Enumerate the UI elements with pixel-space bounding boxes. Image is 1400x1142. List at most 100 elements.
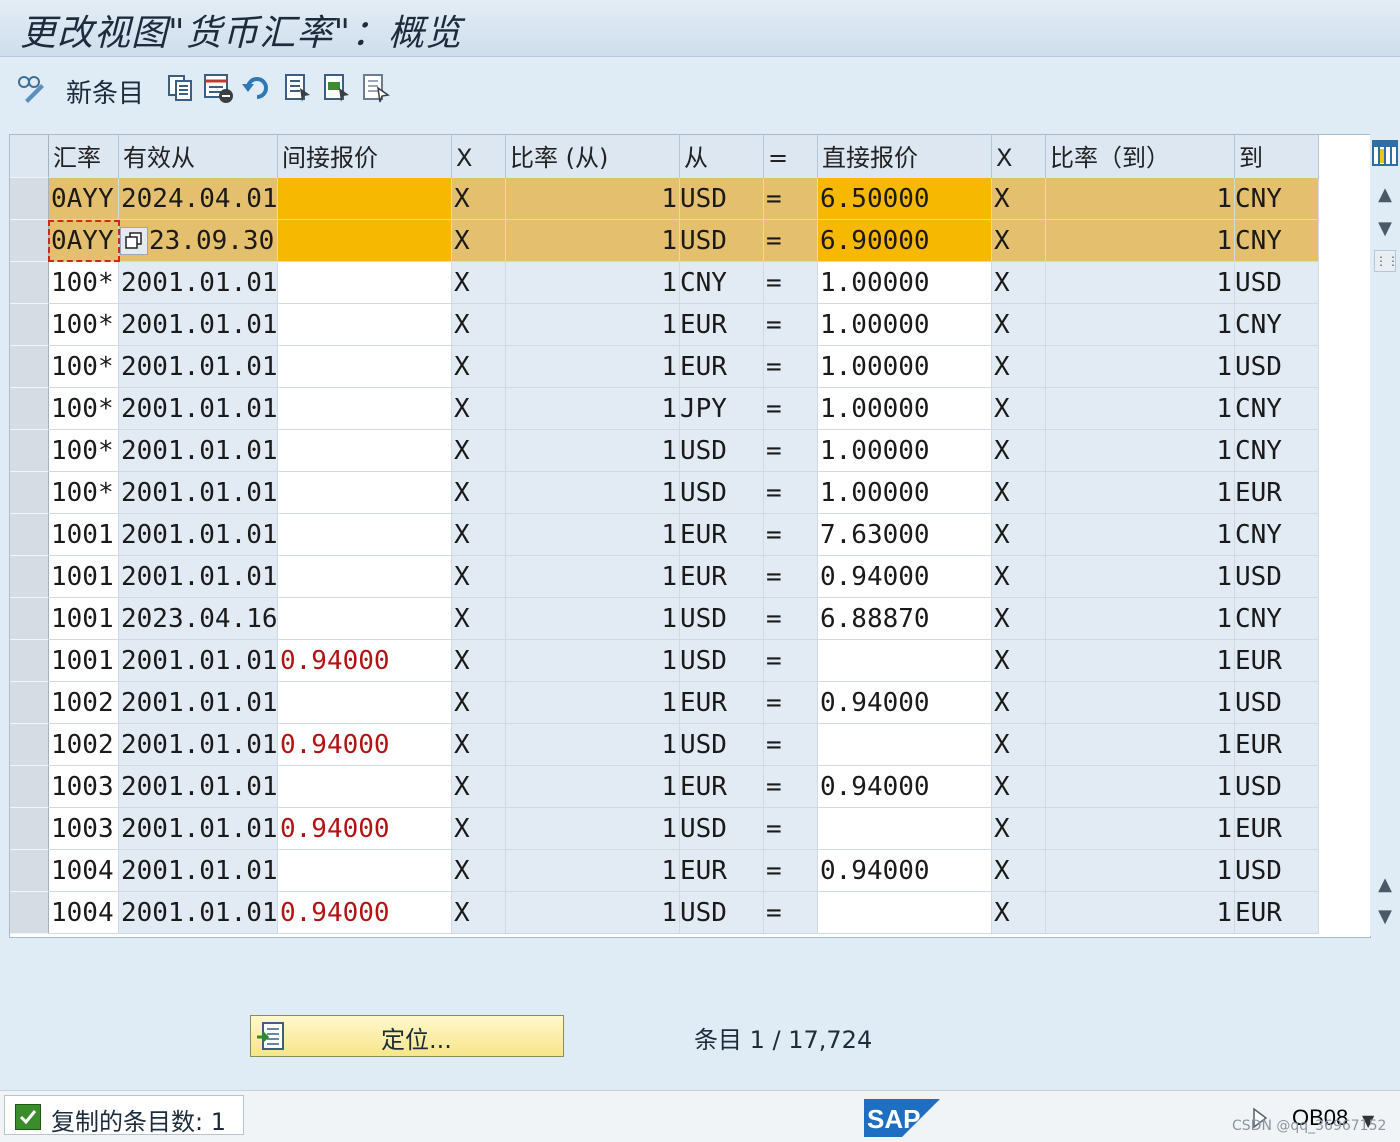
header-valid-from[interactable]: 有效从 (119, 135, 278, 178)
cell-direct-quote[interactable] (818, 808, 992, 850)
cell-direct-quote[interactable]: 1.00000 (818, 304, 992, 346)
cell-indirect-quote[interactable]: 0.94000 (278, 724, 452, 766)
row-selector[interactable] (10, 514, 49, 556)
cell-rate-type[interactable]: 1001 (49, 556, 119, 598)
cell-rate-type[interactable]: 0AYY (49, 220, 119, 262)
row-selector[interactable] (10, 640, 49, 682)
cell-rate-type[interactable]: 100* (49, 346, 119, 388)
cell-indirect-quote[interactable] (278, 682, 452, 724)
select-all-corner[interactable] (10, 135, 49, 178)
undo-icon[interactable] (239, 71, 273, 105)
cell-indirect-quote[interactable] (278, 220, 452, 262)
row-selector[interactable] (10, 808, 49, 850)
cell-rate-type[interactable]: 1004 (49, 850, 119, 892)
cell-direct-quote[interactable]: 1.00000 (818, 262, 992, 304)
row-selector[interactable] (10, 682, 49, 724)
cell-direct-quote[interactable] (818, 892, 992, 934)
position-button[interactable]: 定位... (250, 1015, 564, 1057)
row-selector[interactable] (10, 724, 49, 766)
header-ratio-to[interactable]: 比率（到） (1046, 135, 1235, 178)
cell-rate-type[interactable]: 100* (49, 304, 119, 346)
header-x2[interactable]: X (992, 135, 1046, 178)
new-entries-button[interactable]: 新条目 (66, 73, 144, 110)
cell-rate-type[interactable]: 1001 (49, 640, 119, 682)
cell-rate-type[interactable]: 100* (49, 262, 119, 304)
cell-indirect-quote[interactable]: 0.94000 (278, 808, 452, 850)
row-selector[interactable] (10, 346, 49, 388)
cell-direct-quote[interactable] (818, 640, 992, 682)
header-exchange-rate-type[interactable]: 汇率 (49, 135, 119, 178)
cell-direct-quote[interactable]: 1.00000 (818, 472, 992, 514)
cell-rate-type[interactable]: 100* (49, 472, 119, 514)
status-message[interactable]: 复制的条目数: 1 (4, 1095, 244, 1136)
scroll-down-icon[interactable]: ▼ (1370, 218, 1400, 239)
cell-indirect-quote[interactable] (278, 430, 452, 472)
copy-icon[interactable] (163, 71, 197, 105)
header-to-currency[interactable]: 到 (1235, 135, 1319, 178)
header-ratio-from[interactable]: 比率 (从) (506, 135, 680, 178)
cell-direct-quote[interactable]: 6.50000 (818, 178, 992, 220)
cell-direct-quote[interactable]: 1.00000 (818, 430, 992, 472)
cell-indirect-quote[interactable] (278, 556, 452, 598)
cell-direct-quote[interactable]: 0.94000 (818, 682, 992, 724)
cell-indirect-quote[interactable]: 0.94000 (278, 892, 452, 934)
header-equals[interactable]: = (764, 135, 818, 178)
cell-rate-type[interactable]: 100* (49, 388, 119, 430)
cell-direct-quote[interactable]: 6.90000 (818, 220, 992, 262)
row-selector[interactable] (10, 850, 49, 892)
cell-indirect-quote[interactable]: 0.94000 (278, 640, 452, 682)
select-block-icon[interactable] (320, 71, 354, 105)
copy-to-clipboard-icon[interactable] (120, 227, 148, 255)
select-all-icon[interactable] (281, 71, 315, 105)
row-selector[interactable] (10, 430, 49, 472)
row-selector[interactable] (10, 892, 49, 934)
delete-icon[interactable] (201, 71, 235, 105)
table-vertical-scrollbar[interactable]: ▲ ▼ ⋮⋮ ▲ ▼ (1370, 134, 1400, 936)
cell-indirect-quote[interactable] (278, 262, 452, 304)
cell-indirect-quote[interactable] (278, 514, 452, 556)
row-selector[interactable] (10, 388, 49, 430)
cell-direct-quote[interactable]: 7.63000 (818, 514, 992, 556)
row-selector[interactable] (10, 556, 49, 598)
cell-rate-type[interactable]: 1003 (49, 808, 119, 850)
row-selector[interactable] (10, 220, 49, 262)
cell-indirect-quote[interactable] (278, 472, 452, 514)
cell-rate-type[interactable]: 1001 (49, 598, 119, 640)
cell-direct-quote[interactable]: 6.88870 (818, 598, 992, 640)
cell-indirect-quote[interactable] (278, 388, 452, 430)
header-direct-quote[interactable]: 直接报价 (818, 135, 992, 178)
cell-direct-quote[interactable] (818, 724, 992, 766)
cell-direct-quote[interactable]: 1.00000 (818, 346, 992, 388)
row-selector[interactable] (10, 262, 49, 304)
column-settings-icon[interactable] (1370, 140, 1400, 171)
cell-indirect-quote[interactable] (278, 178, 452, 220)
cell-indirect-quote[interactable] (278, 304, 452, 346)
row-selector[interactable] (10, 472, 49, 514)
cell-indirect-quote[interactable] (278, 598, 452, 640)
scroll-up-icon[interactable]: ▲ (1370, 184, 1400, 205)
cell-direct-quote[interactable]: 1.00000 (818, 388, 992, 430)
row-selector[interactable] (10, 178, 49, 220)
cell-rate-type[interactable]: 1002 (49, 682, 119, 724)
deselect-all-icon[interactable] (359, 71, 393, 105)
cell-indirect-quote[interactable] (278, 850, 452, 892)
cell-rate-type[interactable]: 1001 (49, 514, 119, 556)
cell-rate-type[interactable]: 1004 (49, 892, 119, 934)
cell-direct-quote[interactable]: 0.94000 (818, 766, 992, 808)
page-down-icon[interactable]: ▼ (1370, 906, 1400, 927)
cell-rate-type[interactable]: 100* (49, 430, 119, 472)
cell-direct-quote[interactable]: 0.94000 (818, 850, 992, 892)
cell-rate-type[interactable]: 1003 (49, 766, 119, 808)
cell-rate-type[interactable]: 1002 (49, 724, 119, 766)
cell-indirect-quote[interactable] (278, 766, 452, 808)
page-up-icon[interactable]: ▲ (1370, 874, 1400, 895)
cell-rate-type[interactable]: 0AYY (49, 178, 119, 220)
row-selector[interactable] (10, 766, 49, 808)
header-x1[interactable]: X (452, 135, 506, 178)
header-indirect-quote[interactable]: 间接报价 (278, 135, 452, 178)
row-selector[interactable] (10, 598, 49, 640)
header-from-currency[interactable]: 从 (680, 135, 764, 178)
scroll-thumb[interactable]: ⋮⋮ (1370, 250, 1400, 272)
display-change-icon[interactable] (14, 71, 48, 105)
cell-direct-quote[interactable]: 0.94000 (818, 556, 992, 598)
